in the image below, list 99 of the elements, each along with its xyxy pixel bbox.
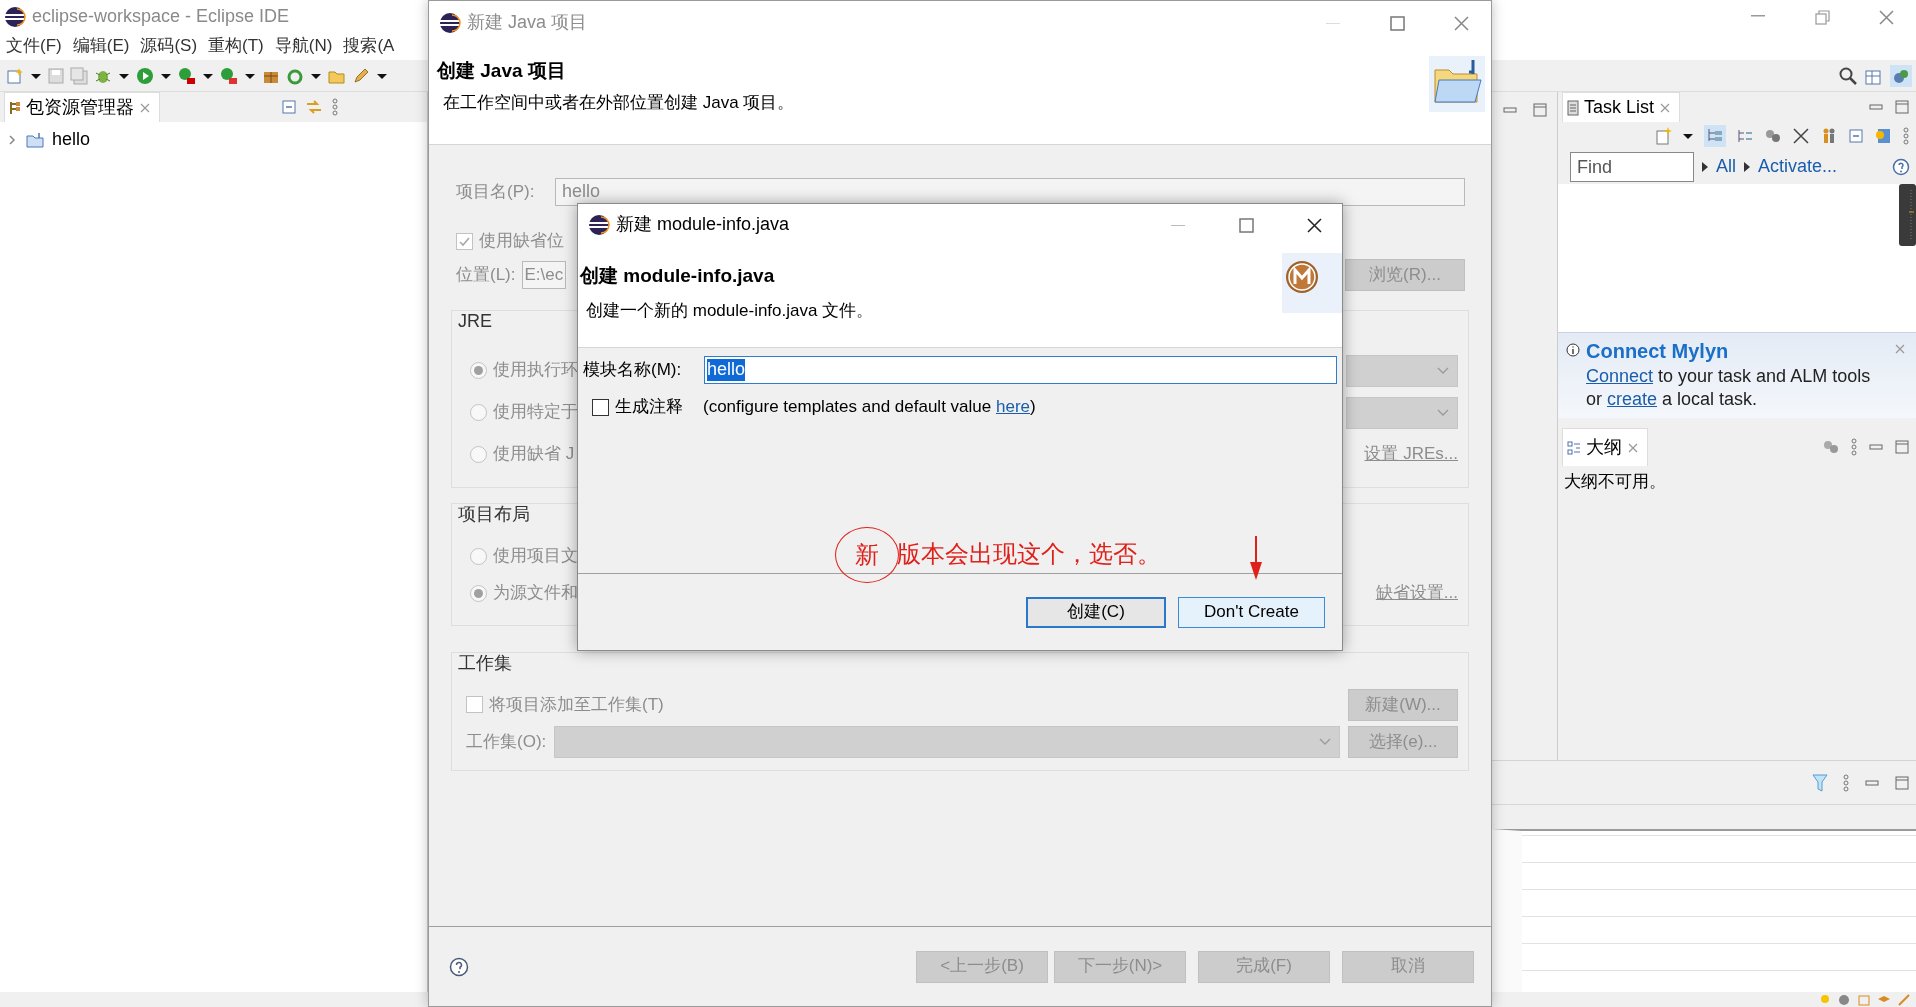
inline-link[interactable]: Connect <box>1586 366 1654 386</box>
inline-link[interactable]: create <box>1607 388 1658 409</box>
java-perspective-icon[interactable] <box>1890 64 1912 87</box>
dialog-button[interactable]: Don't Create <box>1178 596 1325 628</box>
help-icon[interactable] <box>1892 158 1910 176</box>
maximize-icon[interactable] <box>1894 774 1910 791</box>
maximize-icon[interactable] <box>1894 439 1910 455</box>
chevron-down-icon <box>1437 366 1449 375</box>
chevron-right-icon[interactable] <box>6 134 18 146</box>
radio-button[interactable] <box>470 362 487 380</box>
triangle-right-icon <box>1744 162 1750 172</box>
group-title: JRE <box>458 311 492 333</box>
radio-label: 使用执行环 <box>493 360 578 381</box>
radio-label: 使用项目文 <box>493 546 578 567</box>
field-label: 项目名(P): <box>456 181 536 203</box>
radio-button[interactable] <box>470 548 487 566</box>
eclipse-logo-icon <box>588 213 610 236</box>
radio-label: 使用缺省 J <box>493 444 575 465</box>
menu-item[interactable]: 搜索(A <box>343 36 395 57</box>
dropdown[interactable] <box>1346 354 1458 387</box>
view-menu-icon[interactable] <box>1902 127 1910 145</box>
view-menu-icon[interactable] <box>331 98 339 116</box>
folder-icon <box>1429 56 1485 112</box>
hint-text: (configure templates and default value here) <box>703 396 1036 418</box>
menu-item[interactable]: 编辑(E) <box>72 36 130 57</box>
find-field[interactable]: Find <box>1570 152 1694 182</box>
new-task-icon[interactable] <box>1656 127 1672 145</box>
group-title: 项目布局 <box>458 503 530 526</box>
list-view-icon[interactable] <box>1736 127 1754 145</box>
outline-icon <box>1567 440 1581 455</box>
search-icon[interactable] <box>1838 65 1858 86</box>
radio-label: 为源文件和 <box>493 583 578 604</box>
triangle-right-icon <box>1702 162 1708 172</box>
collapse-all-icon[interactable] <box>281 99 297 115</box>
radio-label: 使用特定于 <box>493 402 578 423</box>
collapse-all-icon[interactable] <box>1848 128 1864 144</box>
checkbox-label: 将项目添加至工作集(T) <box>489 694 664 715</box>
inline-link[interactable]: here <box>995 396 1030 416</box>
task-list-icon <box>1567 99 1579 116</box>
menu-item[interactable]: 导航(N) <box>274 36 333 57</box>
dialog-title: 新建 module-info.java <box>616 213 790 236</box>
maximize-icon[interactable] <box>1894 99 1910 115</box>
project-name-field[interactable]: hello <box>555 178 1465 206</box>
menu-item[interactable]: 源码(S) <box>140 36 198 57</box>
dialog-heading: 创建 module-info.java <box>580 265 776 288</box>
dialog-title: 新建 Java 项目 <box>467 11 588 34</box>
spheres-icon[interactable] <box>1822 439 1840 455</box>
checkbox-label: 生成注释 <box>615 396 684 418</box>
maximize-icon[interactable] <box>1389 14 1405 31</box>
spheres-icon[interactable] <box>1764 128 1782 144</box>
help-icon[interactable] <box>449 956 469 977</box>
filter-link[interactable]: All <box>1716 156 1736 178</box>
dialog-description: 在工作空间中或者在外部位置创建 Java 项目。 <box>443 92 796 114</box>
restore-icon[interactable] <box>1814 8 1830 25</box>
checkbox-label: 使用缺省位 <box>479 230 564 252</box>
location-field[interactable]: E:\ec <box>521 261 566 289</box>
package-tree-icon <box>9 100 21 115</box>
filter-icon[interactable] <box>1812 773 1828 792</box>
dropdown[interactable] <box>554 725 1340 758</box>
eclipse-logo-icon <box>439 11 461 34</box>
field-label: 模块名称(M): <box>583 359 683 381</box>
field-label: 位置(L): <box>456 264 516 286</box>
info-icon <box>1566 343 1580 357</box>
group-title: 工作集 <box>458 653 512 675</box>
tree-view-icon[interactable] <box>1704 125 1726 147</box>
outline-message: 大纲不可用。 <box>1563 471 1667 493</box>
overview-ruler-drawing <box>1899 184 1916 246</box>
eclipse-logo-icon <box>4 5 26 28</box>
view-menu-icon[interactable] <box>1850 438 1858 456</box>
view-menu-icon[interactable] <box>1842 773 1850 792</box>
close-icon[interactable] <box>1306 216 1322 233</box>
arrow-drawing <box>1248 536 1264 580</box>
menu-item[interactable]: 重构(T) <box>208 36 264 57</box>
checkbox[interactable] <box>592 398 609 416</box>
window-title: eclipse-workspace - Eclipse IDE <box>32 5 290 28</box>
maximize-icon[interactable] <box>1531 102 1548 118</box>
mylyn-message: Connect to your task and ALM tools or create a local task. <box>1586 365 1872 410</box>
dialog-description: 创建一个新的 module-info.java 文件。 <box>586 300 875 322</box>
new-document-icon[interactable] <box>6 66 24 85</box>
radio-button[interactable] <box>470 404 487 422</box>
project-folder-icon <box>26 132 44 148</box>
floppy-disks-icon[interactable] <box>70 66 88 85</box>
chevron-down-icon <box>1437 408 1449 417</box>
field-label: 工作集(O): <box>466 731 547 752</box>
dropdown[interactable] <box>1346 396 1458 429</box>
run-icon[interactable] <box>136 66 154 85</box>
dialog-button[interactable]: 创建(C) <box>1026 596 1166 628</box>
module-name-field[interactable]: hello <box>704 356 1337 384</box>
link-arrows-icon[interactable] <box>305 99 323 115</box>
pen-icon[interactable] <box>352 66 370 85</box>
tree-item[interactable]: hello <box>52 129 91 151</box>
menu-item[interactable]: 文件(F) <box>6 36 62 57</box>
radio-button[interactable] <box>470 585 487 603</box>
maximize-icon[interactable] <box>1238 216 1254 233</box>
filter-link[interactable]: Activate... <box>1758 156 1838 178</box>
chevron-down-icon <box>1319 737 1331 746</box>
banner-title: Connect Mylyn <box>1586 339 1730 363</box>
radio-button[interactable] <box>470 446 487 464</box>
dialog-heading: 创建 Java 项目 <box>437 60 567 83</box>
